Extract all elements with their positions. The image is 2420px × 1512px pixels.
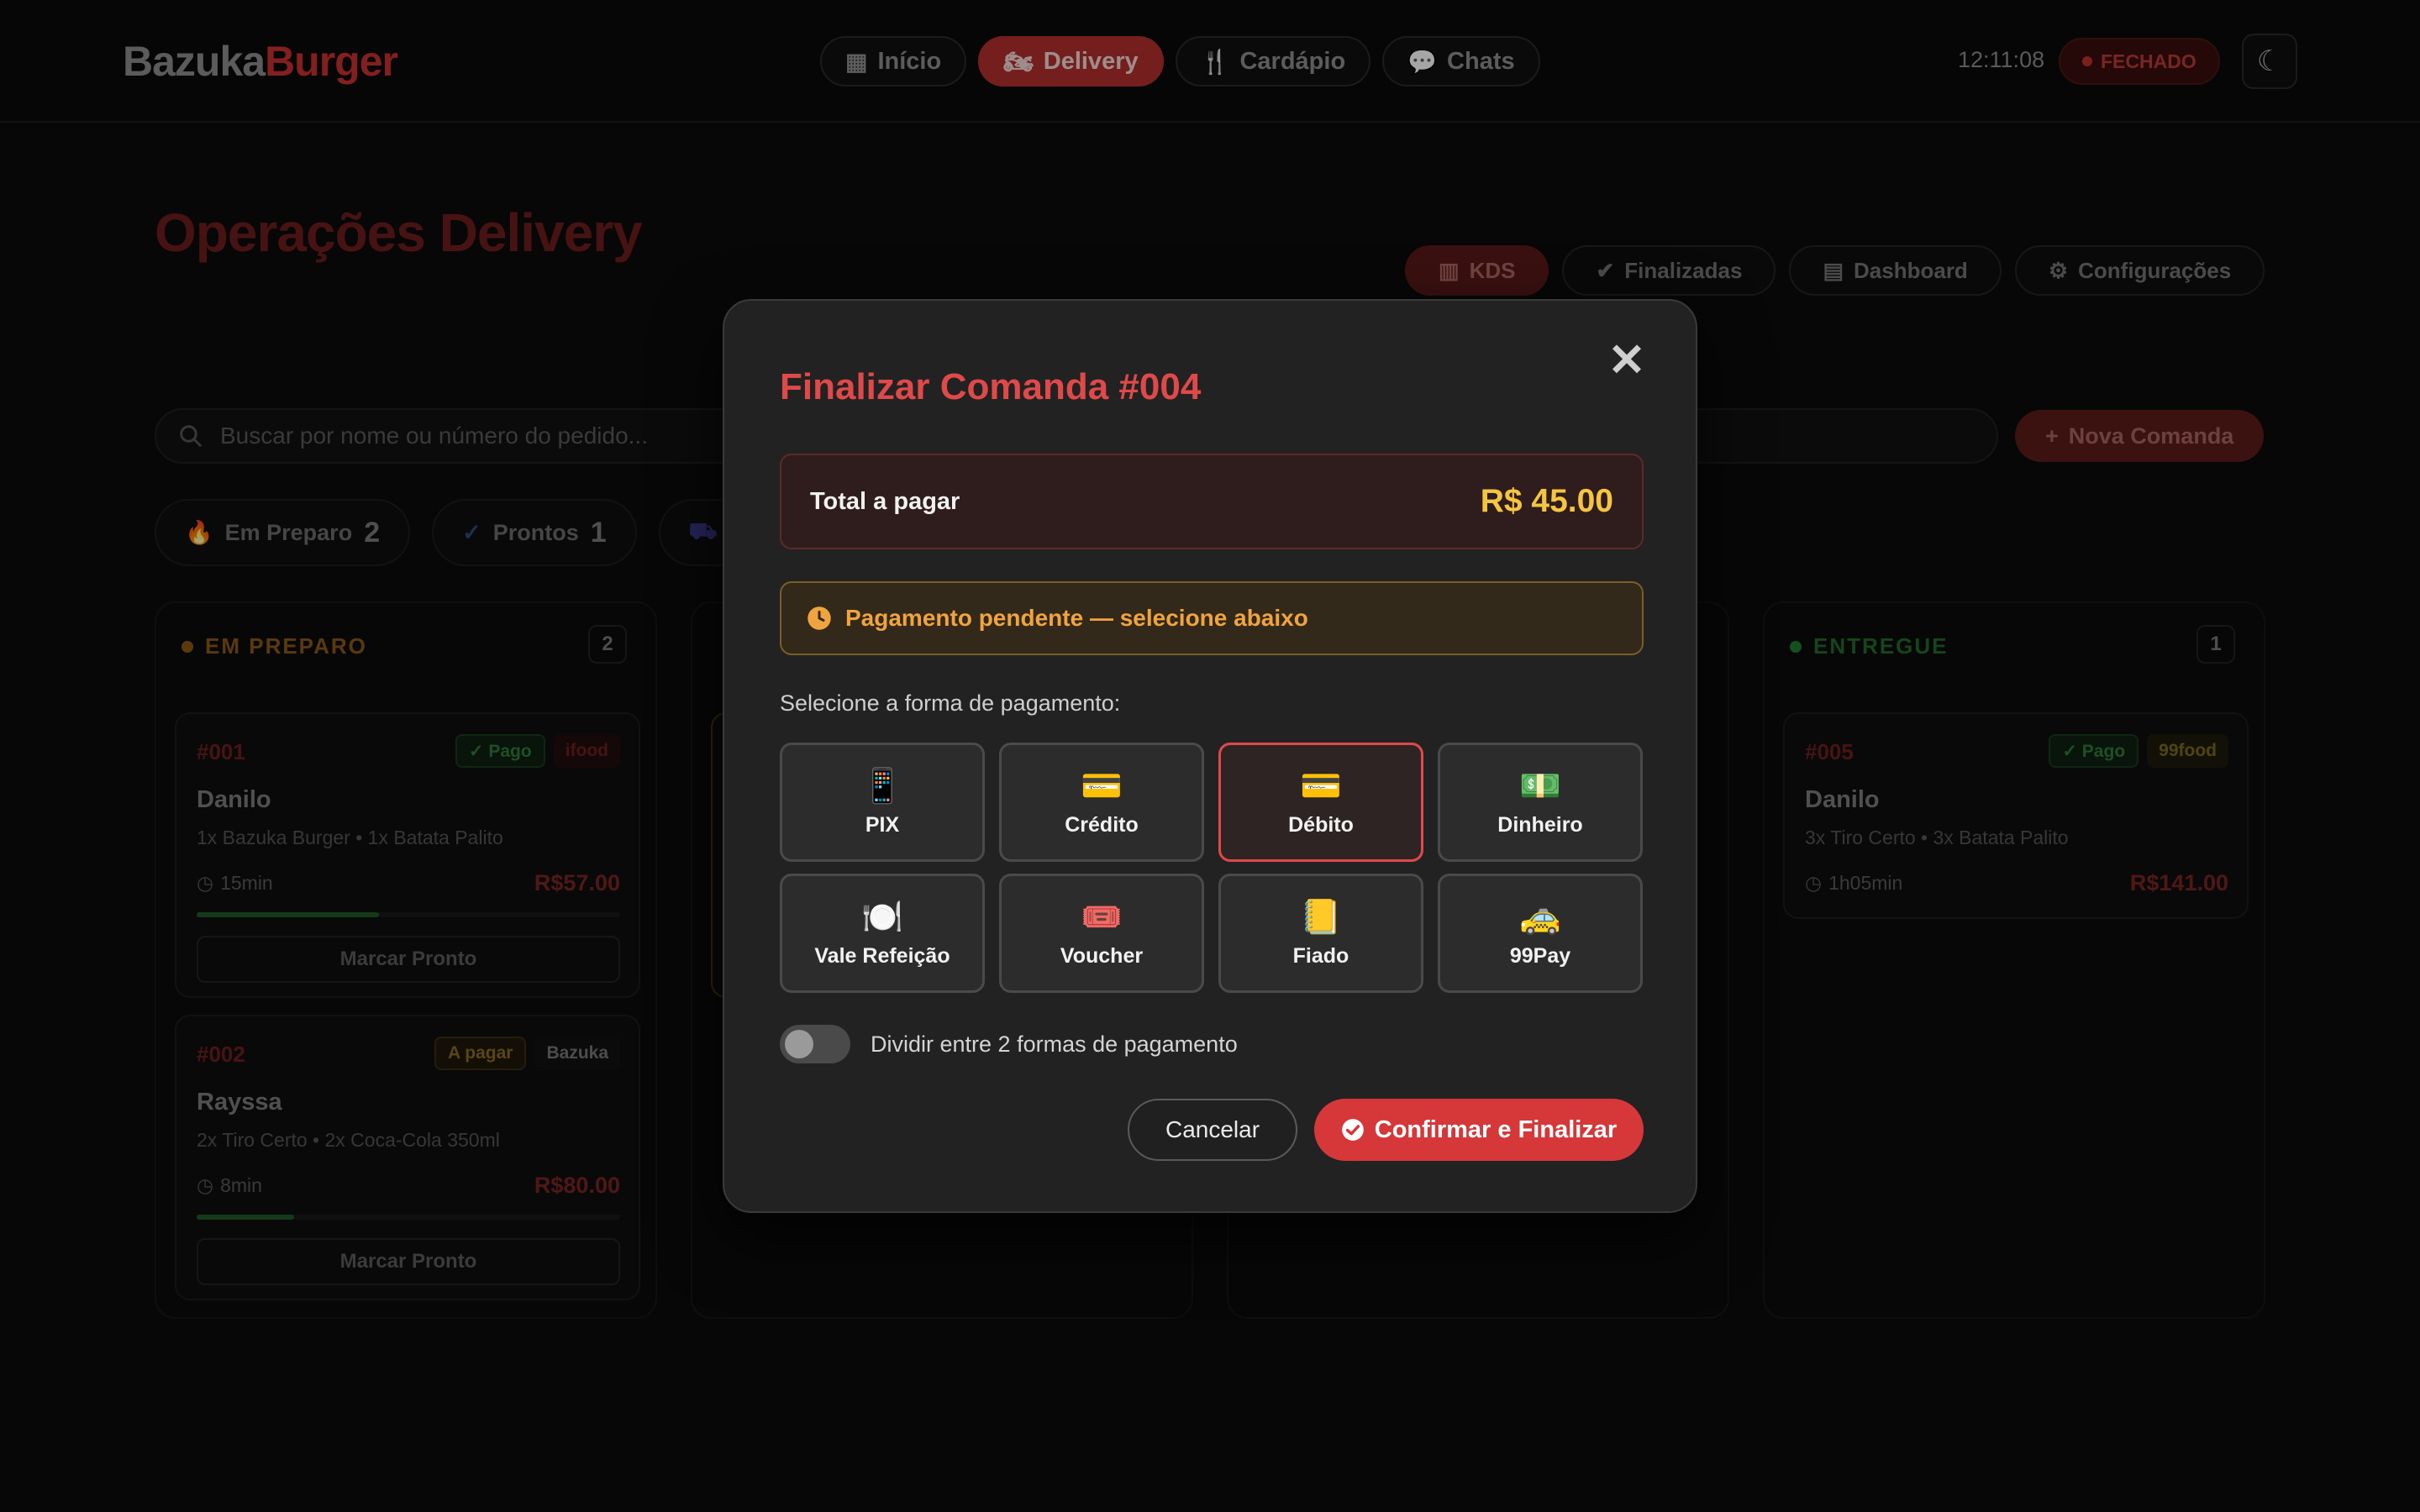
payment-option-debito[interactable]: 💳 Débito xyxy=(1218,743,1423,862)
cash-icon: 💵 xyxy=(1519,767,1561,805)
split-payment-label: Dividir entre 2 formas de pagamento xyxy=(871,1031,1238,1057)
debit-card-icon: 💳 xyxy=(1300,767,1342,805)
cancel-button[interactable]: Cancelar xyxy=(1128,1099,1297,1161)
toggle-knob xyxy=(785,1030,813,1058)
finalize-order-modal: ✕ Finalizar Comanda #004 Total a pagar R… xyxy=(723,299,1697,1213)
payment-option-pix[interactable]: 📱 PIX xyxy=(780,743,985,862)
taxi-icon: 🚕 xyxy=(1519,898,1561,936)
payment-option-voucher[interactable]: 🎟️ Voucher xyxy=(999,874,1204,993)
ticket-icon: 🎟️ xyxy=(1081,898,1123,936)
payment-option-credito[interactable]: 💳 Crédito xyxy=(999,743,1204,862)
payment-option-fiado[interactable]: 📒 Fiado xyxy=(1218,874,1423,993)
split-payment-toggle[interactable] xyxy=(780,1025,850,1063)
close-icon: ✕ xyxy=(1607,334,1646,386)
split-payment: Dividir entre 2 formas de pagamento xyxy=(780,1025,1238,1063)
notebook-icon: 📒 xyxy=(1300,898,1342,936)
confirm-finalize-button[interactable]: Confirmar e Finalizar xyxy=(1314,1099,1644,1161)
modal-title: Finalizar Comanda #004 xyxy=(780,366,1202,407)
payment-method-label: Selecione a forma de pagamento: xyxy=(780,690,1121,716)
payment-option-dinheiro[interactable]: 💵 Dinheiro xyxy=(1438,743,1643,862)
payment-methods: 📱 PIX 💳 Crédito 💳 Débito 💵 Dinheiro 🍽️ Vale R… xyxy=(780,743,1644,993)
check-circle-icon xyxy=(1341,1119,1364,1141)
payment-option-vale-refeicao[interactable]: 🍽️ Vale Refeição xyxy=(780,874,985,993)
plate-icon: 🍽️ xyxy=(861,898,903,936)
clock-icon xyxy=(808,606,831,630)
close-button[interactable]: ✕ xyxy=(1603,334,1650,386)
payment-pending-alert: Pagamento pendente — selecione abaixo xyxy=(780,581,1644,655)
total-box: Total a pagar R$ 45.00 xyxy=(780,454,1644,549)
phone-icon: 📱 xyxy=(861,767,903,805)
credit-card-icon: 💳 xyxy=(1081,767,1123,805)
total-label: Total a pagar xyxy=(810,487,960,515)
payment-option-99pay[interactable]: 🚕 99Pay xyxy=(1438,874,1643,993)
total-value: R$ 45.00 xyxy=(1480,483,1613,519)
